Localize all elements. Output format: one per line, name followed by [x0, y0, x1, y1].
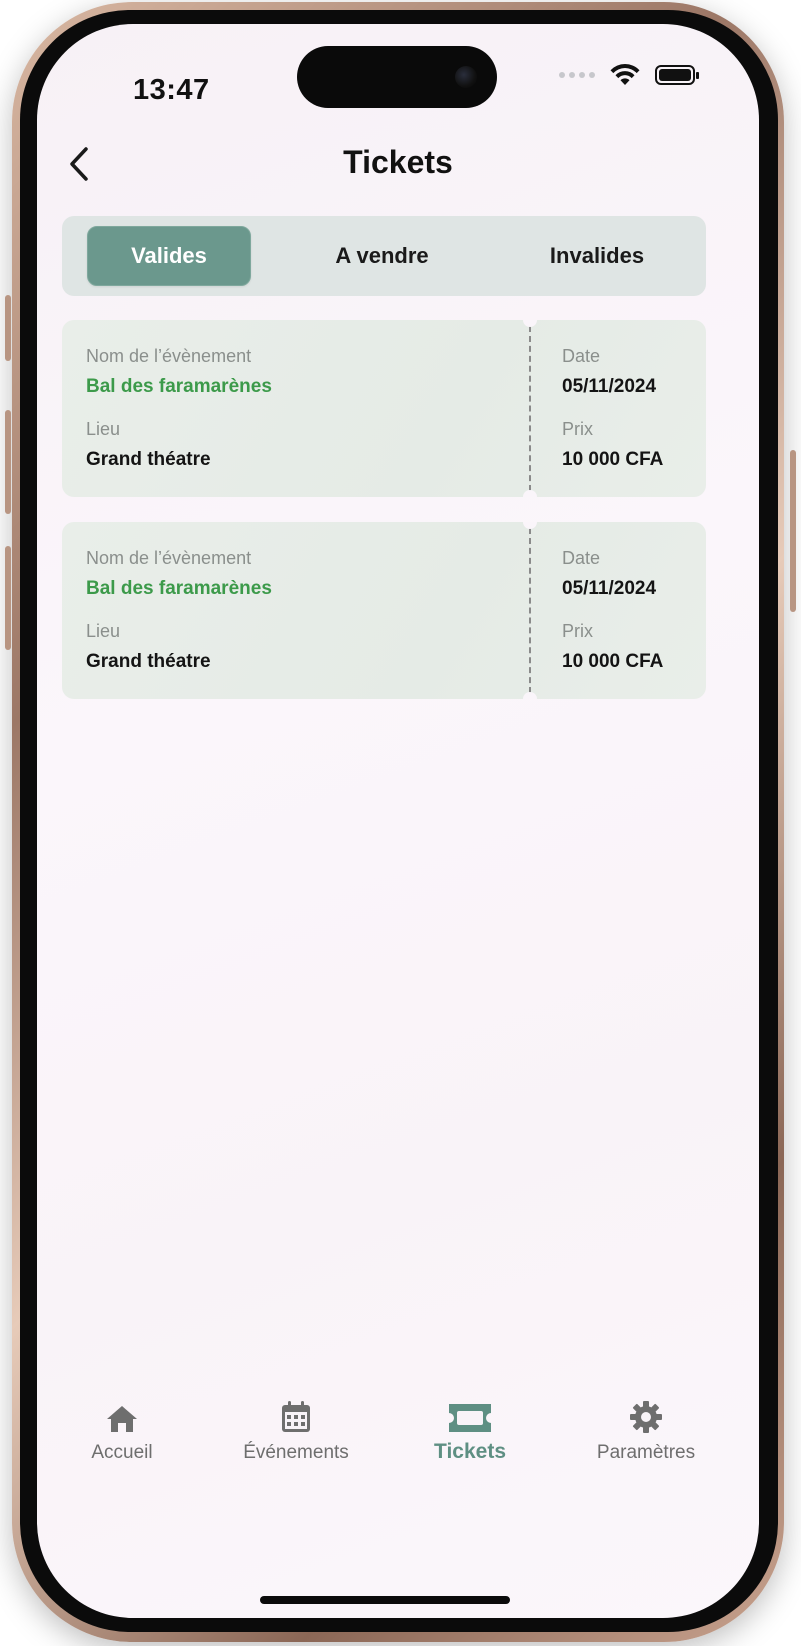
tab-label: Tickets — [434, 1440, 506, 1463]
place-value: Grand théatre — [86, 651, 211, 672]
ticket-icon — [449, 1404, 491, 1432]
date-value: 05/11/2024 — [562, 578, 657, 599]
event-name-label: Nom de l’évènement — [86, 548, 252, 568]
status-time: 13:47 — [133, 74, 210, 106]
ticket-status-segmented-control: Valides A vendre Invalides — [62, 216, 706, 296]
tab-parametres[interactable]: Paramètres — [561, 1394, 731, 1464]
power-button — [790, 450, 796, 612]
event-name: Bal des faramarènes — [86, 578, 272, 599]
tab-label: Événements — [243, 1442, 349, 1463]
ticket-card[interactable]: Nom de l’évènement Bal des faramarènes L… — [62, 320, 706, 497]
price-value: 10 000 CFA — [562, 449, 664, 470]
price-label: Prix — [562, 621, 593, 641]
dynamic-island — [297, 46, 497, 108]
event-name: Bal des faramarènes — [86, 376, 272, 397]
home-icon — [107, 1406, 137, 1432]
ticket-notch-top — [523, 320, 537, 327]
tab-tickets[interactable]: Tickets — [385, 1394, 555, 1464]
price-label: Prix — [562, 419, 593, 439]
tab-accueil[interactable]: Accueil — [37, 1394, 207, 1464]
calendar-icon — [282, 1401, 310, 1432]
wifi-icon — [610, 63, 640, 85]
price-value: 10 000 CFA — [562, 651, 664, 672]
date-label: Date — [562, 548, 601, 568]
silent-switch — [5, 295, 11, 361]
battery-icon — [655, 65, 699, 85]
event-name-label: Nom de l’évènement — [86, 346, 252, 366]
date-label: Date — [562, 346, 601, 366]
date-value: 05/11/2024 — [562, 376, 657, 397]
gear-icon — [630, 1401, 662, 1433]
ticket-notch-bottom — [523, 490, 537, 497]
screen: 13:47 Tickets Valides A vendre Invalides… — [37, 24, 759, 1618]
volume-down-button — [5, 546, 11, 650]
ticket-perforation — [529, 326, 531, 491]
bottom-tab-bar: Accueil Événements Tickets Paramètres — [37, 1394, 759, 1504]
place-value: Grand théatre — [86, 449, 211, 470]
camera-icon — [455, 66, 477, 88]
segment-valides[interactable]: Valides — [87, 226, 251, 286]
volume-up-button — [5, 410, 11, 514]
tab-label: Paramètres — [596, 1442, 696, 1463]
segment-invalides[interactable]: Invalides — [527, 226, 667, 286]
home-indicator[interactable] — [260, 1596, 510, 1604]
page-title: Tickets — [343, 144, 453, 180]
segment-a-vendre[interactable]: A vendre — [307, 226, 457, 286]
tab-evenements[interactable]: Événements — [211, 1394, 381, 1464]
place-label: Lieu — [86, 419, 121, 439]
status-indicators — [559, 62, 699, 88]
place-label: Lieu — [86, 621, 121, 641]
ticket-perforation — [529, 528, 531, 693]
ticket-card[interactable]: Nom de l’évènement Bal des faramarènes L… — [62, 522, 706, 699]
signal-dots-icon — [559, 72, 595, 78]
ticket-notch-top — [523, 522, 537, 529]
tab-label: Accueil — [91, 1442, 153, 1463]
ticket-notch-bottom — [523, 692, 537, 699]
